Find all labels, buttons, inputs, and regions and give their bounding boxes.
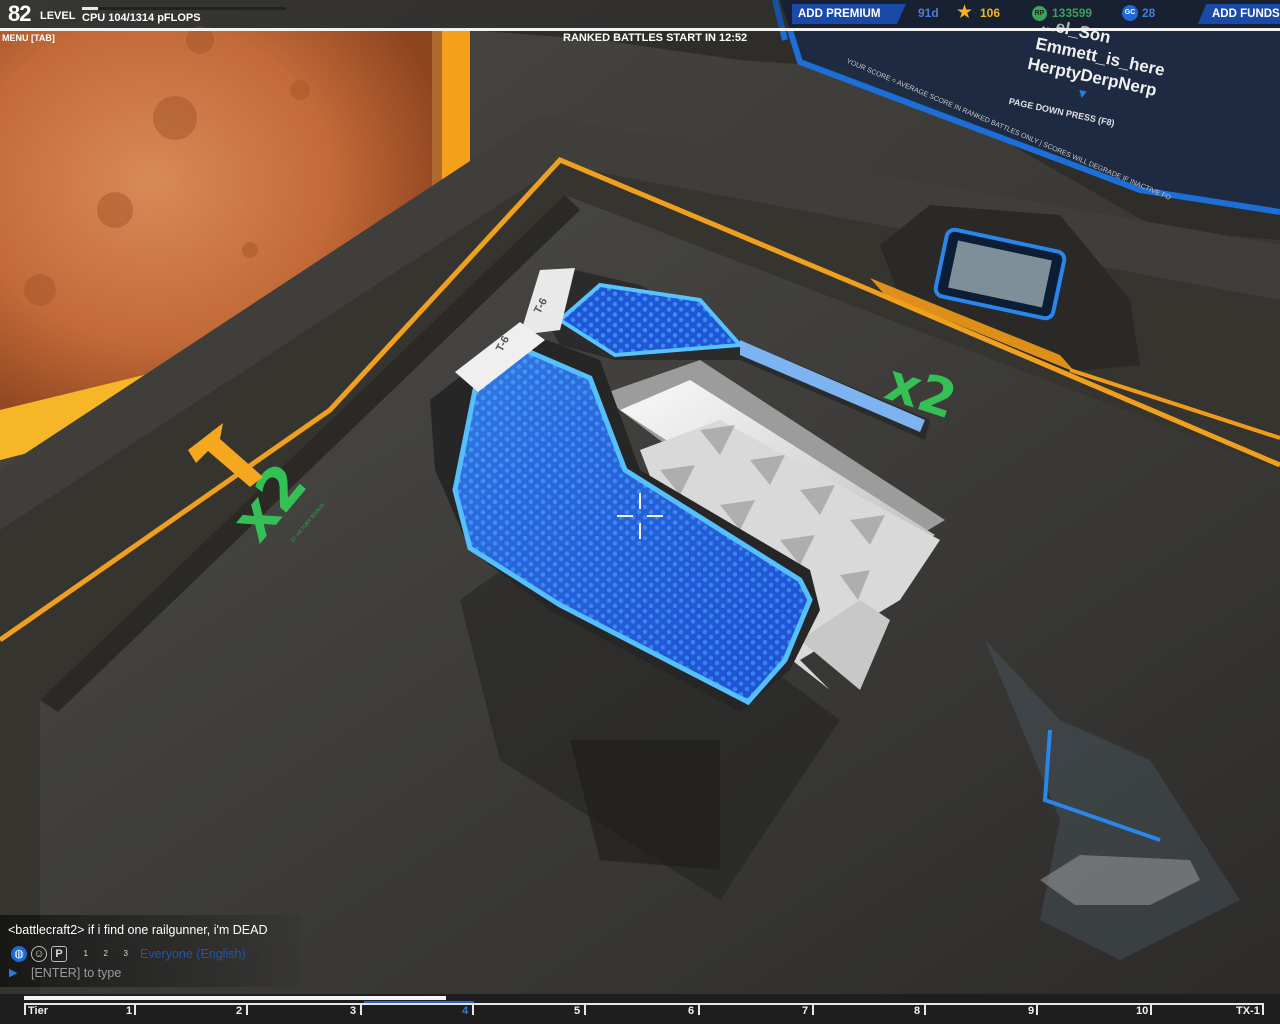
party-3-icon[interactable]: 3 bbox=[112, 946, 128, 962]
cpu-meter-track bbox=[82, 7, 286, 10]
party-1-icon[interactable]: 1 bbox=[72, 946, 88, 962]
hud-divider bbox=[0, 28, 1280, 31]
globe-icon[interactable]: ◍ bbox=[11, 946, 27, 962]
tier-label: 5 bbox=[574, 1005, 581, 1017]
tier-tick bbox=[1036, 1003, 1038, 1015]
tier-label: 7 bbox=[802, 1005, 809, 1017]
chat-channel-selector[interactable]: Everyone (English) bbox=[140, 947, 246, 961]
cpu-readout: CPU 104/1314 pFLOPS bbox=[82, 12, 201, 24]
player-level-label: LEVEL bbox=[40, 10, 76, 22]
crosshair-icon bbox=[617, 493, 663, 539]
robits-icon: RP bbox=[1032, 6, 1047, 21]
tier-tick bbox=[360, 1003, 362, 1015]
tier-tick bbox=[1150, 1003, 1152, 1015]
galaxy-coins-icon: GC bbox=[1122, 5, 1138, 21]
chat-message: <battlecraft2> if i find one railgunner,… bbox=[8, 923, 268, 937]
tier-label: 2 bbox=[236, 1005, 243, 1017]
ranked-battle-timer: RANKED BATTLES START IN 12:52 bbox=[563, 32, 748, 44]
tier-current-highlight bbox=[364, 1001, 474, 1003]
tier-bar-line bbox=[24, 1003, 1264, 1005]
add-funds-button[interactable]: ADD FUNDS bbox=[1198, 4, 1280, 24]
tier-label: 4 bbox=[462, 1005, 469, 1017]
tier-label: 3 bbox=[350, 1005, 357, 1017]
add-premium-button[interactable]: ADD PREMIUM bbox=[792, 4, 906, 24]
party-2-icon[interactable]: 2 bbox=[92, 946, 108, 962]
tier-label: 9 bbox=[1028, 1005, 1035, 1017]
tier-tick bbox=[812, 1003, 814, 1015]
player-level-number: 82 bbox=[8, 1, 32, 26]
premium-days-remaining: 91d bbox=[918, 6, 939, 20]
p-icon[interactable]: P bbox=[51, 946, 67, 962]
tier-progress-fill bbox=[24, 996, 446, 1000]
tier-tick bbox=[924, 1003, 926, 1015]
tier-label: 6 bbox=[688, 1005, 695, 1017]
chat-input[interactable]: [ENTER] to type bbox=[31, 966, 121, 980]
tier-tick bbox=[134, 1003, 136, 1015]
floor-arrow-icon bbox=[188, 423, 263, 487]
tier-tick bbox=[24, 1003, 26, 1015]
star-icon: ★ bbox=[956, 2, 974, 23]
tier-label: 8 bbox=[914, 1005, 921, 1017]
galaxy-coins-count: 28 bbox=[1142, 6, 1156, 20]
robits-count: 133599 bbox=[1052, 6, 1093, 20]
tier-tick bbox=[584, 1003, 586, 1015]
tier-label: Tier bbox=[28, 1005, 48, 1017]
menu-button[interactable]: MENU [TAB] bbox=[2, 33, 55, 43]
stars-count: 106 bbox=[980, 6, 1001, 20]
person-circle-icon[interactable]: ☺ bbox=[31, 946, 47, 962]
tier-tick bbox=[246, 1003, 248, 1015]
chat-caret-icon: ▶ bbox=[9, 967, 18, 979]
tier-tick bbox=[698, 1003, 700, 1015]
tier-label: TX-1 bbox=[1236, 1005, 1260, 1017]
tier-tick bbox=[1262, 1003, 1264, 1015]
cpu-meter-fill bbox=[82, 7, 98, 10]
tier-label: 10 bbox=[1136, 1005, 1149, 1017]
tier-tick bbox=[472, 1003, 474, 1015]
tier-label: 1 bbox=[126, 1005, 133, 1017]
